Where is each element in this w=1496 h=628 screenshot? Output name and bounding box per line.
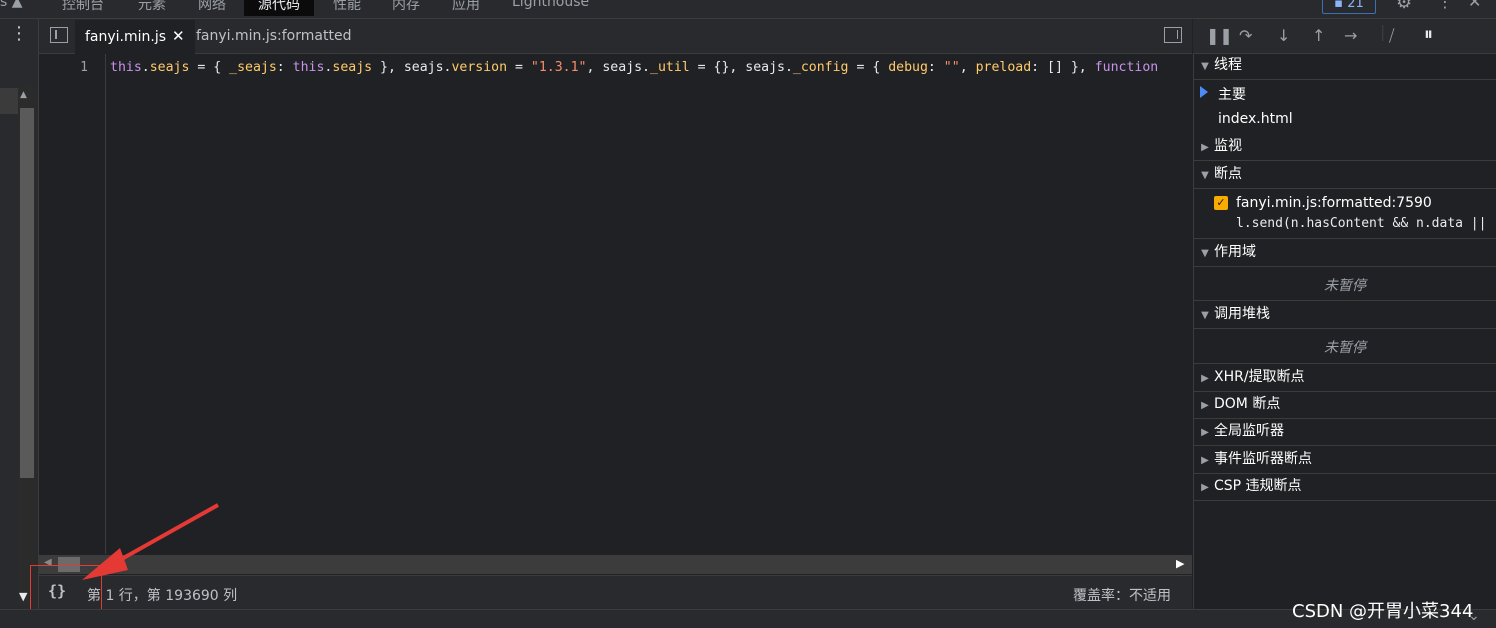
watermark: CSDN @开胃小菜344 — [1292, 601, 1474, 622]
annotation-arrow — [82, 503, 219, 580]
